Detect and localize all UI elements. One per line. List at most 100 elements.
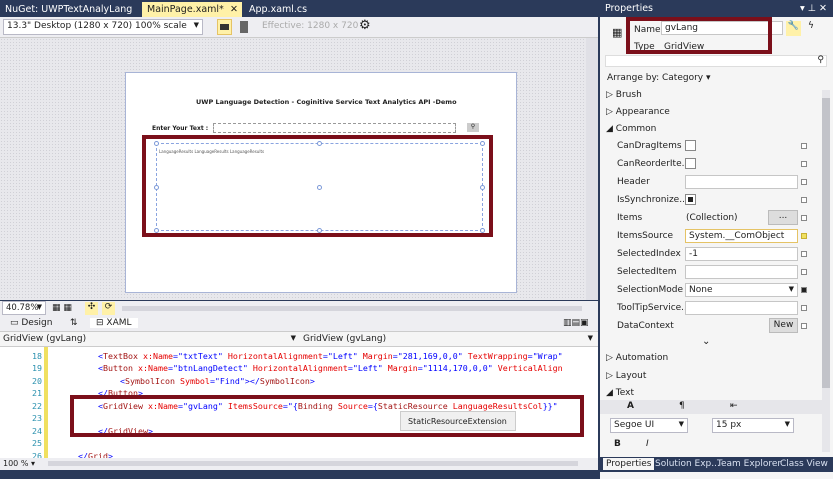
prop-label: CanDragItems: [617, 141, 682, 151]
prop-issynchronized: IsSynchronize...: [600, 192, 833, 209]
text-input[interactable]: [213, 123, 456, 133]
horizontal-scrollbar[interactable]: [122, 306, 582, 311]
resize-handle[interactable]: [317, 185, 322, 190]
grid-icon[interactable]: ▦ ▦: [52, 303, 72, 313]
advanced-options-icon[interactable]: [801, 305, 807, 311]
properties-header: Properties ▾ ⊥ ✕: [600, 0, 833, 17]
properties-scrollbar[interactable]: [822, 90, 830, 452]
tooltip-input[interactable]: [685, 301, 798, 315]
category-common[interactable]: ◢ Common: [606, 124, 656, 134]
designer-toolbar: 13.3" Desktop (1280 x 720) 100% scale ▼ E…: [0, 17, 598, 38]
expand-more-chevron-icon[interactable]: ⌄: [702, 336, 710, 347]
tab-properties[interactable]: Properties: [603, 458, 655, 470]
advanced-options-icon[interactable]: [801, 215, 807, 221]
selectionmode-dropdown[interactable]: None ▼: [685, 283, 798, 297]
device-dropdown[interactable]: 13.3" Desktop (1280 x 720) 100% scale ▼: [3, 19, 203, 35]
prop-label: Items: [617, 213, 643, 223]
scope-bar: GridView (gvLang) ▼ GridView (gvLang) ▼: [0, 332, 598, 347]
resize-handle[interactable]: [154, 185, 159, 190]
category-brush[interactable]: ▷ Brush: [606, 90, 642, 100]
items-collection-button[interactable]: ...: [768, 210, 798, 225]
advanced-options-icon[interactable]: [801, 161, 807, 167]
swap-panes-button[interactable]: ⇅: [70, 318, 78, 328]
prop-selecteditem: SelectedItem: [600, 264, 833, 281]
paragraph-tab-icon[interactable]: ¶: [679, 401, 685, 411]
local-value-icon[interactable]: [801, 287, 807, 293]
advanced-options-icon[interactable]: [801, 179, 807, 185]
binding-indicator-icon[interactable]: [801, 233, 807, 239]
intellisense-tooltip: StaticResourceExtension: [400, 411, 516, 431]
itemssource-input[interactable]: System.__ComObject: [685, 229, 798, 243]
code-horizontal-scrollbar[interactable]: [48, 461, 578, 466]
font-family-dropdown[interactable]: Segoe UI ▼: [610, 418, 688, 433]
datacontext-new-button[interactable]: New: [769, 318, 798, 333]
category-label: Text: [615, 388, 634, 398]
tab-solution-explorer[interactable]: Solution Exp...: [652, 458, 723, 470]
checkbox-indeterminate[interactable]: [685, 194, 696, 205]
prop-label: Header: [617, 177, 650, 187]
wrench-icon[interactable]: 🔧: [786, 21, 801, 36]
checkbox[interactable]: [685, 140, 696, 151]
indent-tab-icon[interactable]: ⇤: [730, 401, 738, 411]
tab-team-explorer[interactable]: Team Explorer: [714, 458, 784, 470]
advanced-options-icon[interactable]: [801, 143, 807, 149]
scope-left-dropdown[interactable]: GridView (gvLang) ▼: [3, 334, 298, 344]
selectedindex-input[interactable]: -1: [685, 247, 798, 261]
split-layout-icon[interactable]: ▥▤▣: [563, 318, 589, 328]
panel-controls-icon[interactable]: ▾ ⊥ ✕: [800, 3, 827, 14]
advanced-options-icon[interactable]: [801, 323, 807, 329]
font-tab-icon[interactable]: A: [627, 401, 634, 411]
header-input[interactable]: [685, 175, 798, 189]
close-icon[interactable]: ✕: [230, 4, 238, 15]
prop-label: SelectionMode: [617, 285, 683, 295]
scope-right-dropdown[interactable]: GridView (gvLang) ▼: [303, 334, 595, 344]
category-automation[interactable]: ▷ Automation: [606, 353, 668, 363]
tab-app-xaml-cs[interactable]: App.xaml.cs: [244, 2, 312, 17]
gear-icon[interactable]: ⚙: [359, 18, 371, 33]
category-layout[interactable]: ▷ Layout: [606, 371, 646, 381]
artboard: UWP Language Detection - Coginitive Serv…: [125, 72, 517, 293]
category-appearance[interactable]: ▷ Appearance: [606, 107, 670, 117]
resize-handle[interactable]: [480, 185, 485, 190]
design-canvas[interactable]: UWP Language Detection - Coginitive Serv…: [0, 38, 598, 300]
category-label: Appearance: [615, 107, 670, 117]
tab-design[interactable]: ▭ Design: [10, 318, 52, 328]
gridview-selection[interactable]: LanguageResults LanguageResults Language…: [154, 141, 485, 233]
search-icon[interactable]: ⚲: [467, 123, 479, 132]
bold-button[interactable]: B: [614, 439, 621, 449]
selecteditem-input[interactable]: [685, 265, 798, 279]
editor-zoom-dropdown[interactable]: 100 % ▾: [3, 459, 35, 468]
zoom-dropdown[interactable]: 40.78% ▼: [2, 301, 46, 315]
tab-nuget[interactable]: NuGet: UWPTextAnalyLang: [0, 2, 137, 17]
resize-handle[interactable]: [154, 228, 159, 233]
effective-size: Effective: 1280 x 720: [262, 21, 359, 31]
resize-handle[interactable]: [317, 141, 322, 146]
resize-handle[interactable]: [480, 228, 485, 233]
resize-handle[interactable]: [480, 141, 485, 146]
change-margin: [44, 347, 48, 458]
prop-datacontext: DataContext New: [600, 318, 833, 335]
category-text[interactable]: ◢ Text: [606, 388, 634, 398]
line-number: 23: [32, 413, 42, 423]
resize-handle[interactable]: [154, 141, 159, 146]
font-size-dropdown[interactable]: 15 px ▼: [712, 418, 794, 433]
xaml-editor[interactable]: 18 19 20 21 22 23 24 25 26 <TextBox x:Na…: [0, 347, 598, 461]
property-search-input[interactable]: ⚲: [605, 55, 827, 67]
italic-button[interactable]: I: [646, 439, 649, 449]
landscape-icon[interactable]: [217, 19, 232, 35]
checkbox[interactable]: [685, 158, 696, 169]
resize-handle[interactable]: [317, 228, 322, 233]
refresh-icon[interactable]: ⟳: [102, 302, 115, 315]
tab-mainpage[interactable]: MainPage.xaml* ✕: [142, 2, 242, 17]
events-lightning-icon[interactable]: ϟ: [808, 21, 814, 31]
advanced-options-icon[interactable]: [801, 251, 807, 257]
tab-class-view[interactable]: Class View: [777, 458, 831, 470]
advanced-options-icon[interactable]: [801, 269, 807, 275]
arrange-by-dropdown[interactable]: Arrange by: Category ▾: [607, 73, 711, 83]
advanced-options-icon[interactable]: [801, 197, 807, 203]
tab-xaml[interactable]: ⊟ XAML: [90, 318, 138, 328]
code-line-18: <TextBox x:Name="txtText" HorizontalAlig…: [98, 351, 563, 361]
portrait-icon[interactable]: [240, 21, 248, 33]
vertical-scrollbar[interactable]: [586, 38, 598, 300]
snap-icon[interactable]: ✣: [85, 302, 98, 315]
